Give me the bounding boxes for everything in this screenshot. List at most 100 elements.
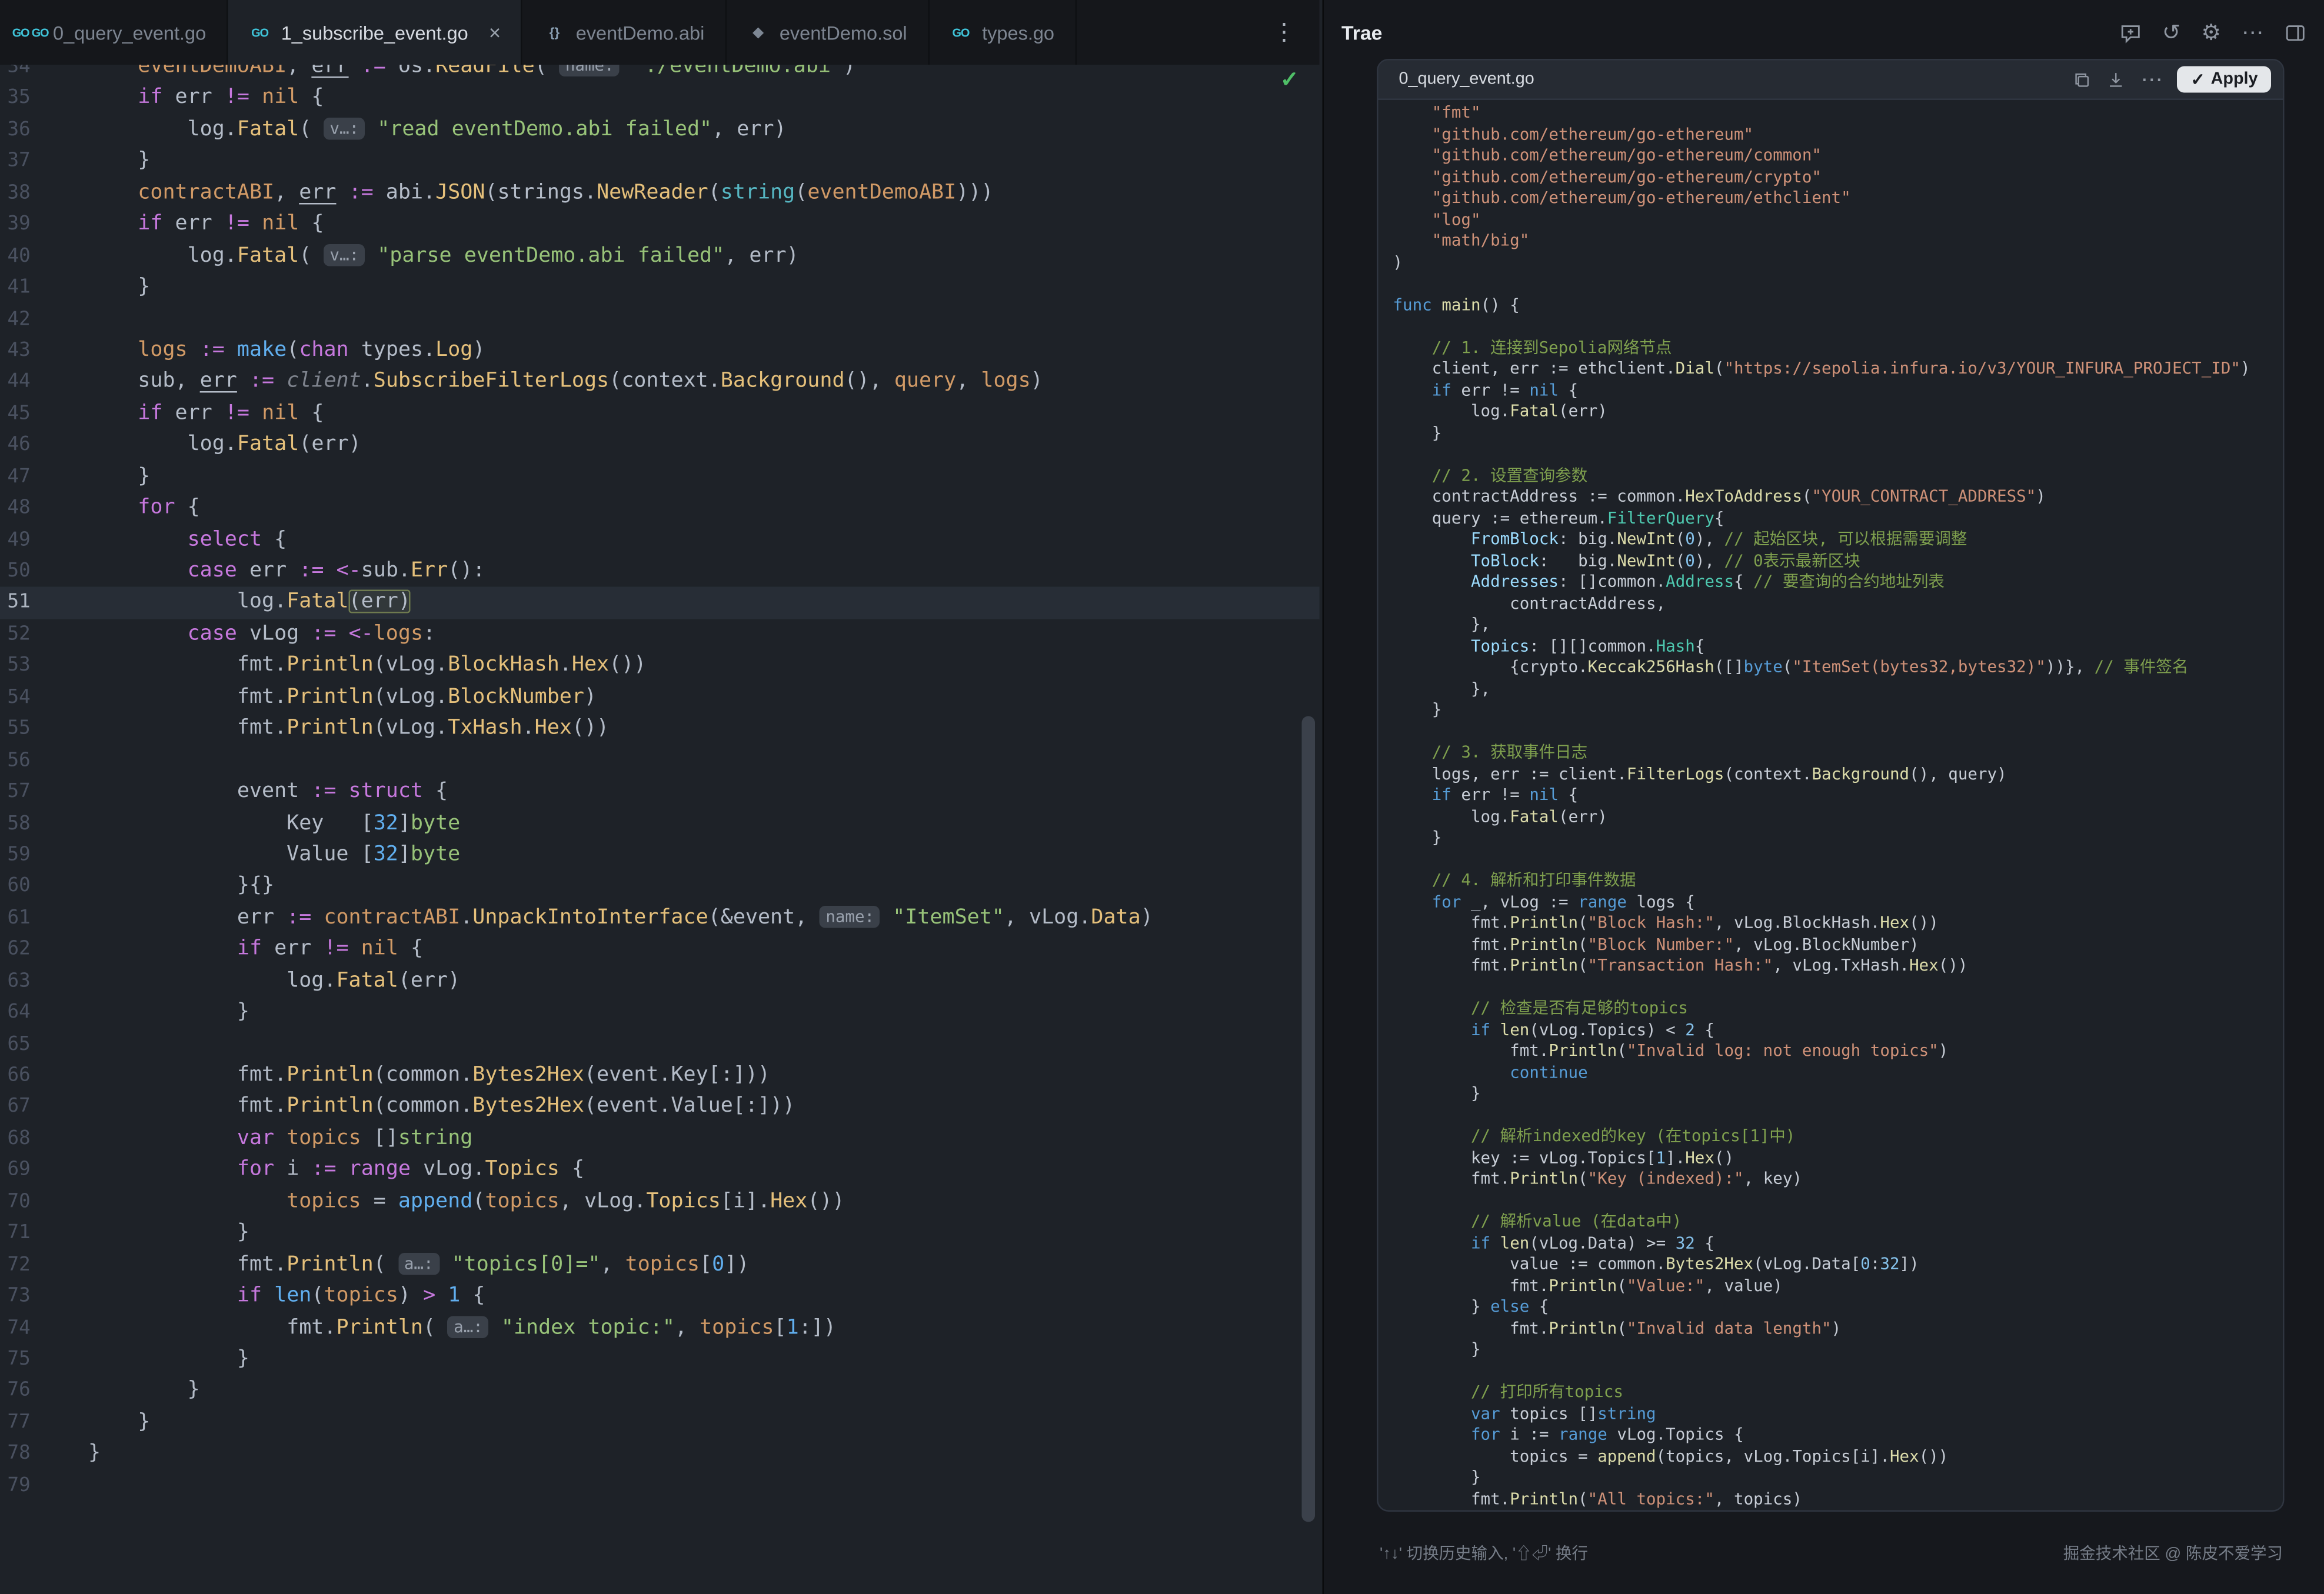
settings-icon[interactable]: ⚙ [2201, 21, 2221, 44]
line-number[interactable]: 42 [0, 304, 44, 335]
line-number[interactable]: 63 [0, 966, 44, 998]
line-number[interactable]: 58 [0, 808, 44, 840]
line-number[interactable]: 57 [0, 776, 44, 808]
line-number[interactable]: 79 [0, 1470, 44, 1502]
code-line-71[interactable]: 71 } [0, 1218, 1320, 1249]
line-number[interactable]: 51 [0, 588, 44, 619]
line-number[interactable]: 38 [0, 178, 44, 209]
code-line-55[interactable]: 55 fmt.Println(vLog.TxHash.Hex()) [0, 713, 1320, 745]
code-line-68[interactable]: 68 var topics []string [0, 1123, 1320, 1155]
code-line-69[interactable]: 69 for i := range vLog.Topics { [0, 1155, 1320, 1186]
code-line-78[interactable]: 78} [0, 1439, 1320, 1470]
line-number[interactable]: 70 [0, 1186, 44, 1218]
code-line-51[interactable]: 51 log.Fatal(err) [0, 588, 1320, 619]
line-number[interactable]: 76 [0, 1375, 44, 1407]
line-number[interactable]: 71 [0, 1218, 44, 1249]
line-number[interactable]: 46 [0, 430, 44, 462]
code-line-61[interactable]: 61 err := contractABI.UnpackIntoInterfac… [0, 903, 1320, 935]
line-number[interactable]: 36 [0, 115, 44, 146]
line-number[interactable]: 49 [0, 524, 44, 556]
line-number[interactable]: 40 [0, 241, 44, 272]
line-number[interactable]: 43 [0, 335, 44, 367]
code-line-46[interactable]: 46 log.Fatal(err) [0, 430, 1320, 462]
code-line-58[interactable]: 58 Key [32]byte [0, 808, 1320, 840]
code-line-54[interactable]: 54 fmt.Println(vLog.BlockNumber) [0, 682, 1320, 713]
code-line-72[interactable]: 72 fmt.Println( a…: "topics[0]=", topics… [0, 1249, 1320, 1281]
tab-close-icon[interactable]: × [489, 22, 501, 43]
line-number[interactable]: 75 [0, 1344, 44, 1376]
code-line-59[interactable]: 59 Value [32]byte [0, 839, 1320, 871]
line-number[interactable]: 52 [0, 619, 44, 651]
code-line-36[interactable]: 36 log.Fatal( v…: "read eventDemo.abi fa… [0, 115, 1320, 146]
code-line-66[interactable]: 66 fmt.Println(common.Bytes2Hex(event.Ke… [0, 1061, 1320, 1092]
line-number[interactable]: 56 [0, 745, 44, 777]
tab-types.go[interactable]: GOtypes.go [929, 0, 1076, 65]
line-number[interactable]: 50 [0, 556, 44, 588]
line-number[interactable]: 48 [0, 493, 44, 525]
line-number[interactable]: 69 [0, 1155, 44, 1186]
line-number[interactable]: 59 [0, 839, 44, 871]
code-line-48[interactable]: 48 for { [0, 493, 1320, 525]
apply-button[interactable]: ✓ Apply [2177, 66, 2271, 93]
line-number[interactable]: 53 [0, 651, 44, 682]
code-line-67[interactable]: 67 fmt.Println(common.Bytes2Hex(event.Va… [0, 1092, 1320, 1123]
code-line-76[interactable]: 76 } [0, 1375, 1320, 1407]
tab-overflow-menu-icon[interactable]: ⋮ [1249, 18, 1320, 47]
copy-icon[interactable] [2073, 70, 2093, 89]
toggle-panel-icon[interactable] [2285, 21, 2307, 44]
code-line-57[interactable]: 57 event := struct { [0, 776, 1320, 808]
code-line-52[interactable]: 52 case vLog := <-logs: [0, 619, 1320, 651]
line-number[interactable]: 61 [0, 903, 44, 935]
line-number[interactable]: 37 [0, 146, 44, 178]
code-line-56[interactable]: 56 [0, 745, 1320, 777]
code-line-62[interactable]: 62 if err != nil { [0, 934, 1320, 966]
card-code[interactable]: "fmt" "github.com/ethereum/go-ethereum" … [1379, 100, 2283, 1510]
code-line-73[interactable]: 73 if len(topics) > 1 { [0, 1281, 1320, 1313]
code-line-41[interactable]: 41 } [0, 272, 1320, 304]
code-line-37[interactable]: 37 } [0, 146, 1320, 178]
code-line-64[interactable]: 64 } [0, 997, 1320, 1029]
code-line-47[interactable]: 47 } [0, 461, 1320, 493]
line-number[interactable]: 73 [0, 1281, 44, 1313]
code-line-60[interactable]: 60 }{} [0, 871, 1320, 903]
line-number[interactable]: 77 [0, 1407, 44, 1439]
line-number[interactable]: 47 [0, 461, 44, 493]
insert-icon[interactable] [2107, 70, 2126, 89]
line-number[interactable]: 39 [0, 209, 44, 241]
tab-eventDemo.sol[interactable]: ◆eventDemo.sol [727, 0, 929, 65]
tab-0_query_event.go[interactable]: GOGO0_query_event.go [0, 0, 228, 65]
line-number[interactable]: 67 [0, 1092, 44, 1123]
line-number[interactable]: 66 [0, 1061, 44, 1092]
line-number[interactable]: 44 [0, 366, 44, 398]
code-line-34[interactable]: 34 eventDemoABI, err := os.ReadFile( nam… [0, 65, 1320, 83]
line-number[interactable]: 35 [0, 83, 44, 115]
line-number[interactable]: 41 [0, 272, 44, 304]
code-line-65[interactable]: 65 [0, 1029, 1320, 1061]
history-icon[interactable]: ↺ [2162, 21, 2180, 44]
code-line-35[interactable]: 35 if err != nil { [0, 83, 1320, 115]
line-number[interactable]: 60 [0, 871, 44, 903]
code-editor[interactable]: 34 eventDemoABI, err := os.ReadFile( nam… [0, 65, 1320, 1594]
tab-1_subscribe_event.go[interactable]: GO1_subscribe_event.go× [228, 0, 523, 65]
code-line-45[interactable]: 45 if err != nil { [0, 398, 1320, 430]
code-line-50[interactable]: 50 case err := <-sub.Err(): [0, 556, 1320, 588]
line-number[interactable]: 62 [0, 934, 44, 966]
line-number[interactable]: 45 [0, 398, 44, 430]
line-number[interactable]: 78 [0, 1439, 44, 1470]
more-icon[interactable]: ⋯ [2242, 21, 2264, 44]
line-number[interactable]: 54 [0, 682, 44, 713]
line-number[interactable]: 34 [0, 65, 44, 83]
code-line-42[interactable]: 42 [0, 304, 1320, 335]
code-line-44[interactable]: 44 sub, err := client.SubscribeFilterLog… [0, 366, 1320, 398]
code-line-77[interactable]: 77 } [0, 1407, 1320, 1439]
code-line-40[interactable]: 40 log.Fatal( v…: "parse eventDemo.abi f… [0, 241, 1320, 272]
code-line-53[interactable]: 53 fmt.Println(vLog.BlockHash.Hex()) [0, 651, 1320, 682]
editor-scrollbar[interactable] [1302, 716, 1316, 1522]
code-line-75[interactable]: 75 } [0, 1344, 1320, 1376]
code-line-43[interactable]: 43 logs := make(chan types.Log) [0, 335, 1320, 367]
new-chat-icon[interactable] [2119, 21, 2142, 44]
code-line-70[interactable]: 70 topics = append(topics, vLog.Topics[i… [0, 1186, 1320, 1218]
code-line-74[interactable]: 74 fmt.Println( a…: "index topic:", topi… [0, 1312, 1320, 1344]
code-line-38[interactable]: 38 contractABI, err := abi.JSON(strings.… [0, 178, 1320, 209]
line-number[interactable]: 64 [0, 997, 44, 1029]
